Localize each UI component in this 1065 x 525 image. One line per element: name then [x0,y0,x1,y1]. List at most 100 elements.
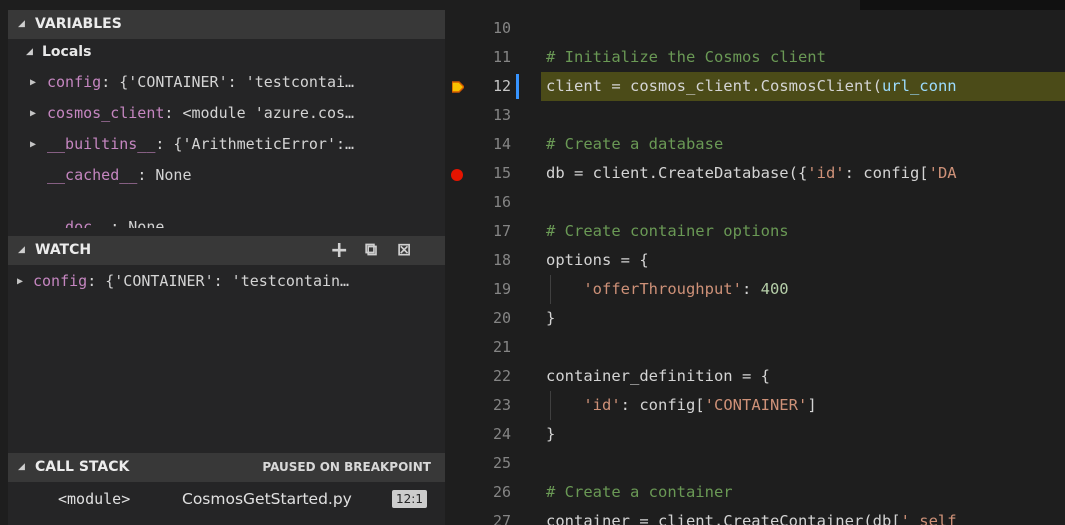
code-token: options = { [546,251,649,269]
code-line[interactable]: } [546,304,555,333]
watch-row-config[interactable]: ▶ config: {'CONTAINER': 'testcontain… [8,266,445,297]
line-number[interactable]: 13 [471,101,511,130]
variable-name: __cached__ [47,166,138,184]
line-number[interactable]: 10 [471,14,511,43]
code-line[interactable]: container_definition = { [546,362,770,391]
variable-row-config[interactable]: ▶ config: {'CONTAINER': 'testcontai… [8,67,445,98]
code-editor[interactable]: 10 11 # Initialize the Cosmos client 12 clie… [445,10,1065,525]
call-stack-section-header[interactable]: ◢ CALL STACK PAUSED ON BREAKPOINT [8,453,445,482]
code-line[interactable]: } [546,420,555,449]
watch-title: WATCH [35,242,92,258]
line-number[interactable]: 21 [471,333,511,362]
line-number[interactable]: 18 [471,246,511,275]
line-number[interactable]: 11 [471,43,511,72]
add-expression-icon[interactable]: + [330,236,348,265]
chevron-right-icon[interactable]: ▶ [30,129,36,160]
line-number[interactable]: 23 [471,391,511,420]
variable-value: : None [110,218,165,229]
code-token: # Create a container [546,483,733,501]
code-line[interactable]: client = cosmos_client.CosmosClient(url_… [546,72,957,101]
chevron-down-icon: ◢ [18,245,25,255]
code-line[interactable]: # Initialize the Cosmos client [546,43,826,72]
code-token: } [546,309,556,327]
code-token: } [546,425,556,443]
code-token: client = cosmos_client.CosmosClient( [546,77,882,95]
code-line[interactable]: # Create a container [546,478,733,507]
code-line[interactable]: 'id': config['CONTAINER'] [546,391,817,420]
line-number[interactable]: 26 [471,478,511,507]
variables-section-header[interactable]: ◢ VARIABLES [8,10,445,39]
variables-title: VARIABLES [35,16,122,32]
code-token: # Create container options [546,222,789,240]
line-number[interactable]: 25 [471,449,511,478]
variable-name: __doc__ [47,218,111,229]
variable-value: : None [137,166,192,184]
chevron-down-icon: ◢ [26,47,33,57]
code-token: ] [807,396,817,414]
call-stack-frame[interactable]: <module> CosmosGetStarted.py 12:1 [8,483,445,515]
code-token: : config[ [844,164,929,182]
code-token: : [741,280,761,298]
code-line[interactable]: # Create a database [546,130,723,159]
code-token: url_conn [881,77,957,95]
locals-scope-header[interactable]: ◢ Locals [8,39,445,66]
title-strip [0,0,1065,10]
frame-function: <module> [58,490,131,508]
variable-name: config [47,73,102,91]
debug-sidebar: ◢ VARIABLES ◢ Locals ▶ config: {'CONTAIN… [8,10,445,525]
code-token: 'id' [583,396,621,414]
code-token: 'CONTAINER' [704,396,808,414]
code-token: db = client.CreateDatabase({ [546,164,808,182]
line-number[interactable]: 15 [471,159,511,188]
code-line[interactable]: db = client.CreateDatabase({'id': config… [546,159,957,188]
line-number[interactable]: 17 [471,217,511,246]
variable-value: : {'CONTAINER': 'testcontai… [101,73,355,91]
code-token: 'DA [928,164,957,182]
variable-row-cosmos-client[interactable]: ▶ cosmos_client: <module 'azure.cos… [8,98,445,129]
variable-row-cached[interactable]: __cached__: None [8,160,445,191]
code-token: 'offerThroughput' [583,280,742,298]
variable-row-builtins[interactable]: ▶ __builtins__: {'ArithmeticError':… [8,129,445,160]
code-token: container = client.CreateContainer(db[ [546,512,901,525]
variable-value: : {'ArithmeticError':… [155,135,355,153]
code-token: container_definition = { [546,367,770,385]
variable-value: : <module 'azure.cos… [164,104,355,122]
code-token: 400 [760,280,789,298]
code-token: 'id' [807,164,845,182]
chevron-right-icon[interactable]: ▶ [17,266,23,297]
line-number[interactable]: 24 [471,420,511,449]
variable-row-doc-partial[interactable]: __doc__: None [8,218,445,229]
variable-name: __builtins__ [47,135,156,153]
watch-section-header[interactable]: ◢ WATCH + ⧉ ⊠ [8,236,445,265]
line-number[interactable]: 16 [471,188,511,217]
chevron-right-icon[interactable]: ▶ [30,98,36,129]
collapse-all-icon[interactable]: ⧉ [365,236,377,265]
paused-status: PAUSED ON BREAKPOINT [262,460,431,474]
line-number[interactable]: 19 [471,275,511,304]
code-line[interactable]: # Create container options [546,217,789,246]
breakpoint-icon[interactable] [451,169,463,181]
code-token: # Create a database [546,135,724,153]
remove-all-icon[interactable]: ⊠ [397,236,411,265]
chevron-down-icon: ◢ [18,462,25,472]
current-line-indicator [516,74,519,99]
chevron-right-icon[interactable]: ▶ [30,67,36,98]
code-token: : config[ [620,396,705,414]
code-line[interactable]: options = { [546,246,649,275]
line-number[interactable]: 14 [471,130,511,159]
title-strip-dark [860,0,1065,10]
code-line[interactable]: container = client.CreateContainer(db['_… [546,507,957,525]
chevron-down-icon: ◢ [18,19,25,29]
line-number[interactable]: 20 [471,304,511,333]
frame-file: CosmosGetStarted.py [182,490,352,508]
watch-value: : {'CONTAINER': 'testcontain… [87,272,350,290]
line-number[interactable]: 22 [471,362,511,391]
line-number[interactable]: 27 [471,507,511,525]
current-statement-arrow-icon[interactable] [452,81,464,93]
frame-line-badge: 12:1 [392,490,427,508]
locals-title: Locals [42,44,92,60]
code-line[interactable]: 'offerThroughput': 400 [546,275,789,304]
line-number[interactable]: 12 [471,72,511,101]
